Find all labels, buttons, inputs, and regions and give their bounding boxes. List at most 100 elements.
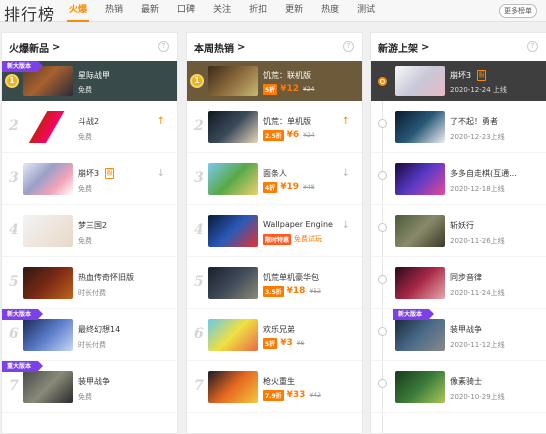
list-item[interactable]: 5 热血传奇怀旧版 时长付费 (2, 257, 177, 309)
version-ribbon: 重大版本 (2, 361, 44, 372)
release-date: 2020-11-24上线 (450, 289, 505, 297)
list-item[interactable]: 多多自走棋(互通... 2020-12-18上线 (371, 153, 546, 205)
game-thumbnail (208, 111, 258, 143)
price-line: 3.5折 ¥18 ¥52 (263, 285, 321, 297)
game-thumbnail (23, 267, 73, 299)
list-item[interactable]: 新大版本 6 最终幻想14 时长付费 (2, 309, 177, 361)
game-thumbnail (395, 163, 445, 195)
price-line: 2.5折 ¥6 ¥24 (263, 129, 315, 141)
game-price: 免费 (78, 86, 92, 94)
game-name: 星际战甲 (78, 71, 110, 80)
list-item[interactable]: 斩妖行 2020-11-26上线 (371, 205, 546, 257)
discount-badge: 3.5折 (263, 285, 284, 297)
version-ribbon: 新大版本 (2, 61, 44, 72)
rank-number: 6 (9, 326, 19, 342)
tab-newest[interactable]: 最新 (132, 0, 168, 22)
game-name: 装甲战争 (78, 377, 110, 386)
list-item[interactable]: 2 斗战2 免费 ↑ (2, 101, 177, 153)
list-item[interactable]: 新大版本 1 星际战甲 免费 (2, 61, 177, 101)
arrow-up-icon: ↑ (341, 116, 350, 127)
list-item[interactable]: 重大版本 7 装甲战争 免费 (2, 361, 177, 413)
tab-reputation[interactable]: 口碑 (168, 0, 204, 22)
panel-title: 新游上架 (378, 43, 418, 55)
game-price: 时长付费 (78, 289, 106, 297)
version-ribbon: 新大版本 (393, 309, 435, 320)
rank-number: 4 (194, 222, 204, 238)
timeline-dot (378, 327, 387, 336)
original-price: ¥52 (309, 287, 321, 295)
list-item[interactable]: 7 枪火重生 7.9折 ¥33 ¥42 (187, 361, 362, 413)
game-thumbnail (208, 319, 258, 351)
tab-update[interactable]: 更新 (276, 0, 312, 22)
tab-bestselling[interactable]: 热销 (96, 0, 132, 22)
game-name: 了不起！勇者 (450, 117, 498, 126)
game-name: 崩坏3 服 (450, 70, 487, 81)
list-item[interactable]: 崩坏3 服 2020-12-24 上线 (371, 61, 546, 101)
new-games-panel: 新游上架 > ? 崩坏3 服 2020-12-24 上线 了不起！勇者 2020-… (370, 32, 546, 434)
sale-price: ¥18 (286, 286, 306, 296)
game-name: 装甲战争 (450, 325, 482, 334)
list-item[interactable]: 3 崩坏3 服 免费 ↓ (2, 153, 177, 205)
game-name: 面条人 (263, 169, 287, 178)
game-thumbnail (23, 371, 73, 403)
server-tag-icon: 服 (105, 168, 115, 179)
list-item[interactable]: 了不起！勇者 2020-12-23上线 (371, 101, 546, 153)
price-line: 5折 ¥12 ¥24 (263, 83, 314, 95)
tab-testing[interactable]: 测试 (348, 0, 384, 22)
list-item[interactable]: 2 饥荒：单机版 2.5折 ¥6 ¥24 ↑ (187, 101, 362, 153)
help-icon[interactable]: ? (343, 41, 354, 52)
list-item[interactable]: 新大版本 装甲战争 2020-11-12上线 (371, 309, 546, 361)
game-thumbnail (208, 371, 258, 403)
game-name: 枪火重生 (263, 377, 295, 386)
discount-badge: 4折 (263, 181, 278, 193)
price-line: 限时特惠 免费试玩 (263, 233, 322, 245)
chevron-right-icon: > (237, 41, 246, 53)
rank-number: 2 (194, 118, 204, 134)
rank-number: 7 (9, 378, 19, 394)
list-item[interactable]: 4 梦三国2 免费 (2, 205, 177, 257)
hot-new-panel: 火爆新品 > ? 新大版本 1 星际战甲 免费 2 斗战2 免费 ↑ 3 崩坏3… (1, 32, 178, 434)
game-price: 免费 (78, 393, 92, 401)
tab-popularity[interactable]: 热度 (312, 0, 348, 22)
weekly-bestseller-header[interactable]: 本周热销 > ? (187, 33, 362, 61)
release-date: 2020-12-18上线 (450, 185, 505, 193)
list-item[interactable]: 6 欢乐兄弟 5折 ¥3 ¥6 (187, 309, 362, 361)
gold-medal-icon: 1 (5, 74, 19, 88)
game-name: 像素骑士 (450, 377, 482, 386)
release-date: 2020-11-26上线 (450, 237, 505, 245)
list-item[interactable]: 5 饥荒单机豪华包 3.5折 ¥18 ¥52 (187, 257, 362, 309)
timeline-dot (378, 223, 387, 232)
help-icon[interactable]: ? (158, 41, 169, 52)
game-thumbnail (208, 267, 258, 299)
sale-price: ¥12 (280, 84, 299, 94)
list-item[interactable]: 像素骑士 2020-10-29上线 (371, 361, 546, 413)
price-line: 4折 ¥19 ¥48 (263, 181, 314, 193)
rank-number: 5 (9, 274, 19, 290)
new-games-header[interactable]: 新游上架 > ? (371, 33, 546, 61)
list-item[interactable]: 同步音律 2020-11-24上线 (371, 257, 546, 309)
help-icon[interactable]: ? (527, 41, 538, 52)
original-price: ¥24 (303, 131, 315, 139)
game-name: 饥荒：联机版 (263, 71, 311, 80)
gold-medal-icon: 1 (190, 74, 204, 88)
list-item[interactable]: 1 饥荒：联机版 5折 ¥12 ¥24 (187, 61, 362, 101)
rank-number: 7 (194, 378, 204, 394)
tab-follow[interactable]: 关注 (204, 0, 240, 22)
tab-hot[interactable]: 火爆 (60, 0, 96, 22)
timeline-dot (378, 379, 387, 388)
list-item[interactable]: 3 面条人 4折 ¥19 ¥48 ↓ (187, 153, 362, 205)
more-rankings-button[interactable]: 更多榜单 (499, 4, 537, 18)
game-name: 同步音律 (450, 273, 482, 282)
sale-price: ¥19 (280, 182, 299, 192)
rank-number: 2 (9, 118, 19, 134)
game-thumbnail (395, 111, 445, 143)
top-bar: 排行榜 火爆 热销 最新 口碑 关注 折扣 更新 热度 测试 更多榜单 (0, 0, 546, 24)
list-item[interactable]: 4 Wallpaper Engine 限时特惠 免费试玩 ↓ (187, 205, 362, 257)
tab-discount[interactable]: 折扣 (240, 0, 276, 22)
trial-price: 免费试玩 (294, 235, 323, 243)
hot-new-header[interactable]: 火爆新品 > ? (2, 33, 177, 61)
original-price: ¥42 (309, 391, 321, 399)
game-thumbnail (395, 66, 445, 96)
arrow-down-icon: ↓ (341, 220, 350, 231)
game-name: 多多自走棋(互通... (450, 169, 517, 178)
